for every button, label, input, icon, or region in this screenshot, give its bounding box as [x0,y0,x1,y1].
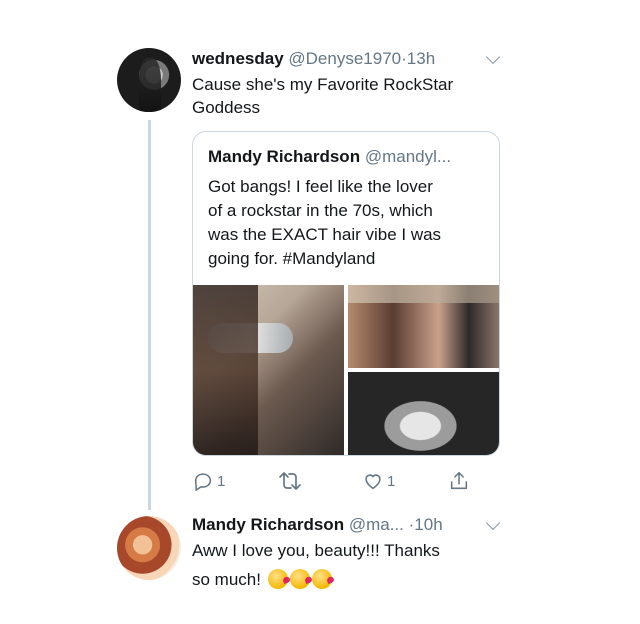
tweet-text-line: so much! [192,570,261,589]
quoted-text-line: of a rockstar in the 70s, which [208,201,433,220]
tweet-text: Cause she's my Favorite RockStar Goddess [192,73,453,119]
heart-icon [365,474,381,490]
quoted-tweet-card[interactable]: Mandy Richardson @mandyl... Got bangs! I… [192,131,500,456]
tweet-header: wednesday @Denyse1970·13h [192,49,435,69]
reply-tweet-header: Mandy Richardson @ma... ·10h [192,515,443,535]
photo-selfie-car[interactable] [193,285,344,455]
avatar[interactable] [117,516,181,580]
tweet-text-line-wrapper: so much! [192,568,440,591]
quoted-author-handle: @mandyl... [364,147,452,166]
quoted-text-line: was the EXACT hair vibe I was [208,225,442,244]
author-handle[interactable]: @ma... [349,515,404,534]
timestamp[interactable]: 13h [407,49,435,68]
quoted-tweet-header: Mandy Richardson @mandyl... [208,147,451,167]
like-button[interactable]: 1 [362,468,395,494]
quoted-text-line: going for. #Mandyland [208,249,376,268]
reply-tweet-text: Aww I love you, beauty!!! Thanks so much… [192,539,440,591]
timestamp[interactable]: 10h [414,515,442,534]
photo-group[interactable] [348,285,499,368]
avatar[interactable] [117,48,181,112]
quoted-tweet-text: Got bangs! I feel like the lover of a ro… [208,175,486,271]
reply-count: 1 [217,472,226,490]
tweet-actions: 1 1 [192,468,502,498]
chevron-down-icon[interactable] [485,49,501,65]
reply-button[interactable]: 1 [192,468,225,494]
chevron-down-icon[interactable] [485,515,501,531]
kiss-emoji-icon [289,569,310,589]
kiss-emoji-icon [267,569,288,589]
author-name[interactable]: Mandy Richardson [192,515,344,534]
author-name[interactable]: wednesday [192,49,284,68]
tweet-text-line: Aww I love you, beauty!!! Thanks [192,541,440,560]
like-count: 1 [387,472,396,490]
thread-line [148,120,151,510]
quoted-author-name: Mandy Richardson [208,147,361,166]
photo-black-white[interactable] [348,372,499,455]
tweet-text-line: Goddess [192,98,261,117]
retweet-button[interactable] [277,468,306,494]
reply-icon [194,473,212,491]
retweet-icon [279,472,301,490]
share-icon [450,471,468,490]
share-button[interactable] [448,468,470,494]
author-handle[interactable]: @Denyse1970 [288,49,401,68]
tweet-text-line: Cause she's my Favorite RockStar [192,75,454,94]
quoted-text-line: Got bangs! I feel like the lover [208,177,433,196]
kiss-emoji-icon [311,569,332,589]
